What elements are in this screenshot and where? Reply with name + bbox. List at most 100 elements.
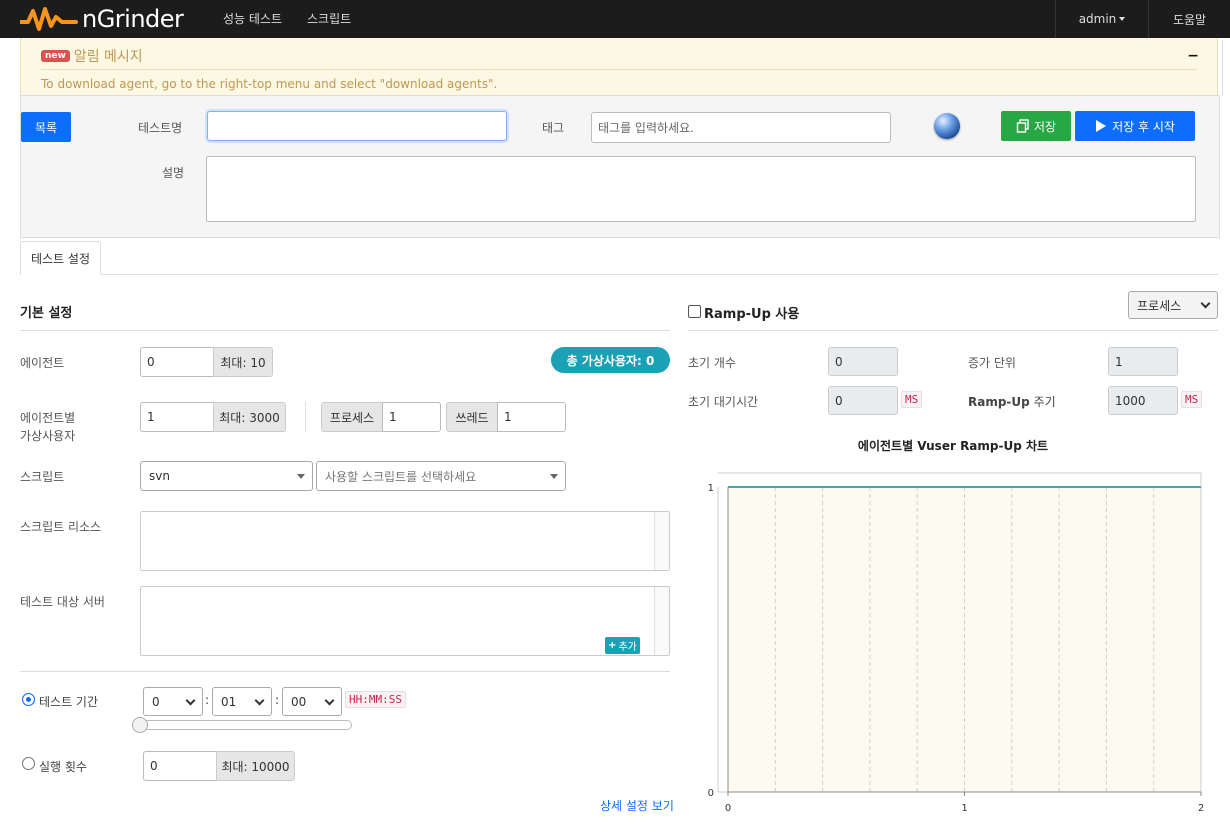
section-divider <box>20 330 670 331</box>
vuser-label-line2: 가상사용자 <box>20 429 76 443</box>
play-icon <box>1096 120 1107 132</box>
x-tick-label: 1 <box>961 803 967 814</box>
initial-count-input[interactable]: 0 <box>828 347 898 376</box>
tag-label: 태그 <box>542 121 565 135</box>
script-label: 스크립트 <box>20 470 65 484</box>
test-name-input[interactable] <box>207 111 507 141</box>
hours-value: 0 <box>152 694 160 709</box>
script-resource-list[interactable] <box>140 511 670 571</box>
globe-icon[interactable] <box>934 113 960 139</box>
hours-select[interactable]: 0 <box>143 687 203 716</box>
script-resource-label: 스크립트 리소스 <box>20 520 102 534</box>
y-tick-label: 0 <box>708 788 714 799</box>
alert-title: 알림 메시지 <box>73 49 143 65</box>
vuser-label-line1: 에이전트별 <box>20 411 76 425</box>
side-scroll-tab[interactable] <box>1222 40 1230 96</box>
minimize-button[interactable]: − <box>1187 48 1199 64</box>
agent-count-input[interactable]: 0 <box>140 347 215 377</box>
ms-unit: MS <box>901 391 923 408</box>
script-file-select[interactable]: 사용할 스크립트를 선택하세요 <box>316 461 566 491</box>
interval-input[interactable]: 1000 <box>1108 386 1178 415</box>
rampup-checkbox[interactable] <box>688 305 701 318</box>
thread-addon: 쓰레드 <box>446 402 498 432</box>
save-label: 저장 <box>1033 119 1057 134</box>
save-button[interactable]: 저장 <box>1001 111 1071 141</box>
rampup-title: Ramp-Up 사용 <box>704 307 800 322</box>
ngrinder-wave-icon <box>20 7 78 31</box>
rampup-type-value: 프로세스 <box>1137 298 1182 313</box>
basic-config-title: 기본 설정 <box>20 306 73 321</box>
caret-down-icon <box>1119 17 1126 21</box>
runcount-max-addon: 최대: 10000 <box>216 751 295 781</box>
nav-script[interactable]: 스크립트 <box>307 10 351 27</box>
test-name-label: 테스트명 <box>138 121 183 135</box>
duration-radio[interactable] <box>22 693 35 706</box>
seconds-select[interactable]: 00 <box>282 687 342 716</box>
script-file-placeholder: 사용할 스크립트를 선택하세요 <box>325 469 477 484</box>
chevron-down-icon <box>324 695 335 705</box>
total-vusers-badge: 총 가상사용자: 0 <box>551 347 670 373</box>
increment-input[interactable]: 1 <box>1108 347 1178 376</box>
minutes-select[interactable]: 01 <box>212 687 272 716</box>
duration-label: 테스트 기간 <box>39 695 99 709</box>
target-server-list[interactable] <box>140 586 670 656</box>
help-link[interactable]: 도움말 <box>1148 0 1230 38</box>
x-tick-label: 0 <box>725 803 731 814</box>
vuser-max-addon: 최대: 3000 <box>213 402 286 432</box>
process-input[interactable]: 1 <box>382 402 441 432</box>
time-format-hint: HH:MM:SS <box>345 691 406 708</box>
runcount-radio[interactable] <box>22 757 35 770</box>
duration-slider-track[interactable] <box>135 720 352 730</box>
section-divider <box>20 671 670 672</box>
help-label: 도움말 <box>1172 12 1207 27</box>
nav-perf-test[interactable]: 성능 테스트 <box>223 10 282 27</box>
dropdown-caret-icon <box>550 474 558 479</box>
interval-label-bold: Ramp-Up <box>968 395 1030 409</box>
brand-name: nGrinder <box>82 5 184 33</box>
x-tick-label: 2 <box>1198 803 1204 814</box>
list-button[interactable]: 목록 <box>21 112 71 142</box>
brand-logo[interactable]: nGrinder <box>20 4 184 34</box>
test-header-form: 목록 테스트명 태그 태그를 입력하세요. 저장 저장 후 시작 설명 <box>20 95 1220 238</box>
copy-icon <box>1016 119 1029 133</box>
new-badge: new <box>41 50 70 62</box>
alert-divider <box>41 69 1197 70</box>
description-label: 설명 <box>162 166 185 180</box>
y-tick-label: 1 <box>708 483 714 494</box>
ms-unit: MS <box>1181 391 1203 408</box>
chevron-down-icon <box>185 695 196 705</box>
vuser-per-agent-input[interactable]: 1 <box>140 402 215 432</box>
initial-count-label: 초기 개수 <box>688 356 736 370</box>
user-name: admin <box>1078 12 1117 26</box>
dropdown-caret-icon <box>297 474 305 479</box>
user-menu[interactable]: admin <box>1055 0 1148 38</box>
scrollbar[interactable] <box>654 512 669 570</box>
runcount-input[interactable]: 0 <box>143 751 218 781</box>
chevron-down-icon <box>254 695 265 705</box>
save-run-label: 저장 후 시작 <box>1112 119 1175 134</box>
save-and-run-button[interactable]: 저장 후 시작 <box>1075 111 1195 141</box>
initial-sleep-label: 초기 대기시간 <box>688 395 759 409</box>
tab-test-config[interactable]: 테스트 설정 <box>20 241 101 275</box>
advanced-settings-link[interactable]: 상세 설정 보기 <box>600 797 674 814</box>
duration-slider-handle[interactable] <box>132 717 148 733</box>
rampup-type-select[interactable]: 프로세스 <box>1128 291 1218 319</box>
time-separator: : <box>205 693 210 707</box>
minutes-value: 01 <box>221 694 237 709</box>
alert-header: new 알림 메시지 <box>41 46 143 66</box>
script-repo-select[interactable]: svn <box>140 461 313 491</box>
top-navbar: nGrinder 성능 테스트 스크립트 admin 도움말 <box>0 0 1230 38</box>
process-addon: 프로세스 <box>321 402 383 432</box>
chart-title: 에이전트별 Vuser Ramp-Up 차트 <box>857 439 1049 453</box>
add-label: 추가 <box>618 642 637 653</box>
add-target-button[interactable]: + 추가 <box>605 637 640 654</box>
initial-sleep-input[interactable]: 0 <box>828 386 898 415</box>
tag-input[interactable]: 태그를 입력하세요. <box>591 112 891 143</box>
scrollbar[interactable] <box>654 587 669 655</box>
chevron-down-icon <box>1200 298 1211 309</box>
description-textarea[interactable] <box>206 156 1196 222</box>
script-repo-value: svn <box>149 469 170 483</box>
alert-message: To download agent, go to the right-top m… <box>41 77 498 91</box>
rampup-chart: 0 1 2 0 1 <box>708 472 1204 814</box>
thread-input[interactable]: 1 <box>497 402 566 432</box>
